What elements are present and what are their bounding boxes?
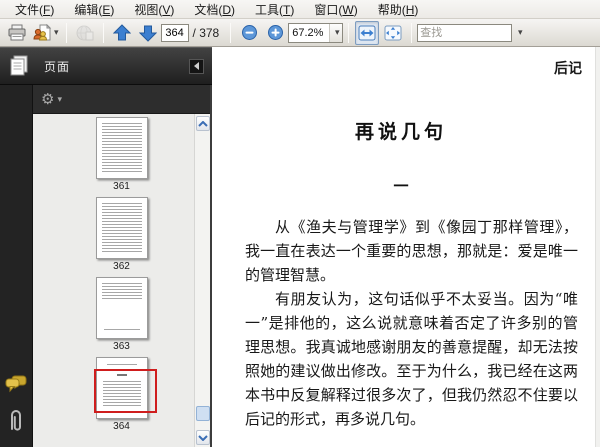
print-button[interactable] (5, 21, 29, 45)
toolbar-separator (102, 22, 104, 43)
pages-panel: ⚙ ▾ 361 362 363 364 (33, 85, 212, 447)
thumbnail-page[interactable] (95, 277, 148, 339)
toolbar-separator (65, 22, 67, 43)
collaborate-icon (32, 23, 52, 42)
collapse-panel-button[interactable] (189, 58, 204, 74)
chapter-title: 再说几句 (354, 121, 447, 143)
arrow-down-icon (138, 24, 157, 42)
menu-item[interactable]: 窗口(W) (305, 0, 366, 19)
pages-icon (8, 54, 30, 78)
page-total-label: / 378 (192, 25, 220, 40)
fit-page-button[interactable] (381, 21, 405, 45)
panel-tab-strip (0, 85, 33, 447)
zoom-in-button[interactable] (263, 21, 287, 45)
scrollbar-thumb[interactable] (196, 406, 210, 421)
text-line: 本书中反复解释过很多次了，但我仍然忍不住要以 (245, 386, 578, 404)
thumbnail-page-number: 363 (113, 341, 130, 352)
comments-icon[interactable] (5, 375, 27, 393)
pages-panel-title: 页面 (44, 59, 71, 74)
toolbar-separator (348, 22, 350, 43)
minus-circle-icon (241, 24, 258, 41)
section-marker: 一 (393, 177, 409, 195)
thumbnail-page-number: 364 (113, 421, 130, 432)
menu-item[interactable]: 文档(D) (185, 0, 244, 19)
thumbnail-content (101, 123, 142, 172)
menu-item[interactable]: 视图(V) (125, 0, 183, 19)
chevron-down-icon[interactable]: ▾ (512, 24, 526, 42)
current-view-rectangle[interactable] (93, 369, 157, 414)
thumbnail-page[interactable] (95, 197, 148, 259)
scroll-down-button[interactable] (196, 430, 210, 445)
navigation-sidebar: 页面 ⚙ ▾ 361 362 363 364 (0, 47, 212, 447)
gear-icon[interactable]: ⚙ (41, 90, 54, 108)
page-thumbnail[interactable]: 364 (33, 357, 210, 432)
thumbnail-content (106, 364, 137, 365)
menu-item[interactable]: 工具(T) (246, 0, 303, 19)
thumbnail-content (103, 329, 140, 330)
toolbar: ▾ 364 / 378 67.2% ▾ 查找 ▾ (0, 19, 600, 47)
toolbar-separator (411, 22, 413, 43)
thumbnail-options-bar: ⚙ ▾ (33, 85, 210, 114)
page-number-input[interactable] (160, 23, 189, 42)
previous-page-button[interactable] (110, 21, 134, 45)
running-head: 后记 (554, 61, 582, 77)
collaborate-button[interactable]: ▾ (31, 21, 60, 45)
content-area: 页面 ⚙ ▾ 361 362 363 364 后记 再说几句 一 从《渔夫与管理… (0, 47, 600, 447)
text-line: 有朋友认为，这句话似乎不太妥当。因为“唯 (275, 290, 578, 308)
text-line: 的管理智慧。 (245, 266, 336, 284)
zoom-level-value: 67.2% (292, 26, 324, 39)
fit-width-button[interactable] (355, 20, 380, 45)
zoom-out-button[interactable] (237, 21, 261, 45)
thumbnail-page-number: 362 (113, 261, 130, 272)
attachments-paperclip-icon[interactable] (7, 409, 25, 433)
fit-width-icon (358, 25, 376, 41)
document-view[interactable]: 后记 再说几句 一 从《渔夫与管理学》到《像园丁那样管理》， 我一直在表达一个重要… (212, 47, 600, 447)
text-line: 照她的建议做出修改。至于为什么，我已经在这两 (245, 362, 578, 380)
page-thumbnail[interactable]: 361 (33, 117, 210, 192)
scroll-up-button[interactable] (196, 116, 210, 131)
chevron-left-icon (194, 62, 199, 70)
thumbnail-page[interactable] (93, 357, 157, 419)
text-line: 后记的形式，再多说几句。 (245, 410, 426, 428)
thumbnail-page[interactable] (95, 117, 148, 179)
chevron-down-icon: ▾ (54, 27, 59, 37)
globe-icon (75, 24, 95, 42)
menu-item[interactable]: 帮助(H) (369, 0, 428, 19)
toolbar-separator (230, 22, 232, 43)
plus-circle-icon (267, 24, 284, 41)
text-line: 一”是排他的，这么说就意味着否定了许多别的管 (245, 314, 578, 332)
page-thumbnail[interactable]: 362 (33, 197, 210, 272)
find-input[interactable] (417, 23, 513, 42)
share-button-disabled[interactable] (73, 21, 97, 45)
menu-item[interactable]: 文件(F) (6, 0, 63, 19)
thumbnail-page-number: 361 (113, 181, 130, 192)
menu-bar: 文件(F) 编辑(E) 视图(V) 文档(D) 工具(T) 窗口(W) 帮助(H) (0, 0, 600, 19)
chevron-down-icon[interactable]: ▾ (329, 23, 343, 42)
page-thumbnail[interactable]: 363 (33, 277, 210, 352)
thumbnail-list: 361 362 363 364 (33, 114, 210, 447)
thumbnail-content (101, 283, 142, 299)
text-line: 从《渔夫与管理学》到《像园丁那样管理》， (275, 218, 578, 236)
pages-panel-header: 页面 (0, 47, 212, 85)
body-text: 从《渔夫与管理学》到《像园丁那样管理》， 我一直在表达一个重要的思想，那就是：爱是… (245, 215, 578, 431)
document-scrollbar[interactable] (595, 47, 600, 447)
printer-icon (7, 24, 27, 42)
find-box: ▾ (417, 23, 526, 42)
next-page-button[interactable] (136, 21, 160, 45)
text-line: 我一直在表达一个重要的思想，那就是：爱是唯一 (245, 242, 578, 260)
fit-page-icon (384, 25, 402, 41)
arrow-up-icon (112, 23, 131, 42)
text-line: 理思想。我真诚地感谢朋友的善意提醒，却无法按 (245, 338, 578, 356)
thumbnail-content (101, 203, 142, 252)
thumbnail-scrollbar[interactable] (194, 114, 210, 447)
chevron-down-icon[interactable]: ▾ (57, 94, 62, 105)
zoom-level-combo[interactable]: 67.2% ▾ (288, 22, 344, 43)
menu-item[interactable]: 编辑(E) (65, 0, 123, 19)
pdf-reader-window: 文件(F) 编辑(E) 视图(V) 文档(D) 工具(T) 窗口(W) 帮助(H) (0, 0, 600, 447)
